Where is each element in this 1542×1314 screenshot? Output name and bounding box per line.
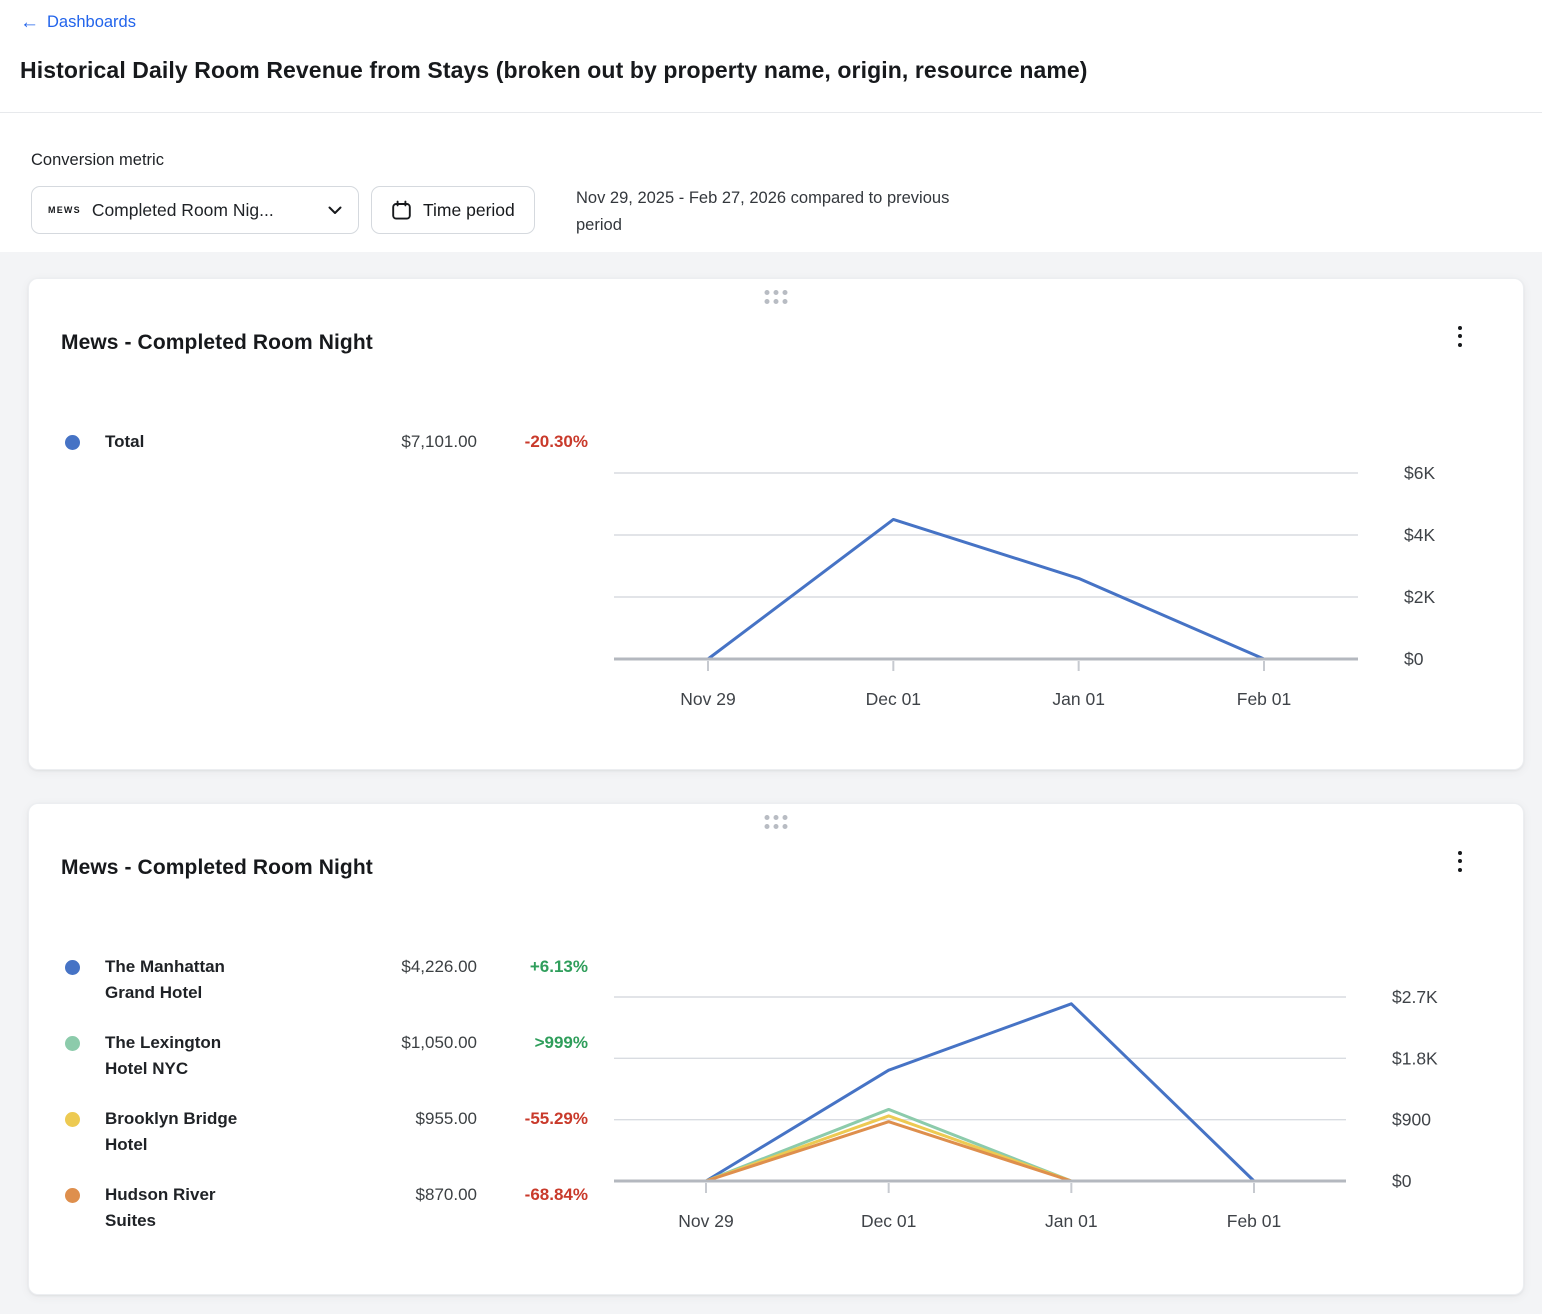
- series-color-dot: [65, 1036, 80, 1051]
- legend-item-total[interactable]: Total $7,101.00 -20.30%: [61, 429, 588, 455]
- chart-card-total: Mews - Completed Room Night Total $7,101…: [28, 278, 1524, 770]
- svg-text:$900: $900: [1392, 1110, 1431, 1130]
- chart-legend: Total $7,101.00 -20.30%: [61, 429, 588, 479]
- chart-card-by-property: Mews - Completed Room Night The Manhatta…: [28, 803, 1524, 1295]
- svg-text:Jan 01: Jan 01: [1052, 689, 1105, 709]
- conversion-metric-dropdown[interactable]: MEWS Completed Room Nig...: [31, 186, 359, 234]
- card-drag-handle[interactable]: [761, 286, 792, 308]
- svg-text:$2K: $2K: [1404, 587, 1435, 607]
- svg-text:$0: $0: [1392, 1171, 1412, 1191]
- calendar-icon: [391, 200, 412, 221]
- series-change: >999%: [477, 1030, 588, 1056]
- legend-item-hudson-river[interactable]: Hudson River Suites $870.00 -68.84%: [61, 1182, 588, 1234]
- kebab-icon: [1458, 326, 1462, 330]
- series-label: Hudson River Suites: [105, 1182, 255, 1234]
- header-divider: [0, 112, 1542, 113]
- legend-item-lexington[interactable]: The Lexington Hotel NYC $1,050.00 >999%: [61, 1030, 588, 1082]
- conversion-metric-label: Conversion metric: [31, 151, 164, 170]
- svg-text:Nov 29: Nov 29: [680, 689, 735, 709]
- series-color-dot: [65, 960, 80, 975]
- series-color-dot: [65, 1188, 80, 1203]
- back-to-dashboards-link[interactable]: ← Dashboards: [20, 13, 136, 32]
- chart-legend: The Manhattan Grand Hotel $4,226.00 +6.1…: [61, 954, 588, 1258]
- svg-text:$1.8K: $1.8K: [1392, 1048, 1438, 1068]
- series-change: -68.84%: [477, 1182, 588, 1208]
- series-value: $955.00: [255, 1106, 477, 1132]
- svg-text:$4K: $4K: [1404, 525, 1435, 545]
- mews-logo: MEWS: [48, 205, 81, 215]
- svg-text:Feb 01: Feb 01: [1227, 1211, 1281, 1231]
- svg-text:$6K: $6K: [1404, 463, 1435, 483]
- page-title: Historical Daily Room Revenue from Stays…: [20, 57, 1088, 84]
- series-change: -20.30%: [477, 429, 588, 455]
- svg-text:Dec 01: Dec 01: [861, 1211, 916, 1231]
- series-label: The Manhattan Grand Hotel: [105, 954, 255, 1006]
- legend-item-brooklyn-bridge[interactable]: Brooklyn Bridge Hotel $955.00 -55.29%: [61, 1106, 588, 1158]
- chevron-down-icon: [328, 206, 342, 215]
- card-title: Mews - Completed Room Night: [61, 856, 373, 880]
- card-title: Mews - Completed Room Night: [61, 331, 373, 355]
- svg-text:Dec 01: Dec 01: [866, 689, 921, 709]
- svg-text:$2.7K: $2.7K: [1392, 987, 1438, 1007]
- series-value: $1,050.00: [255, 1030, 477, 1056]
- legend-item-manhattan-grand[interactable]: The Manhattan Grand Hotel $4,226.00 +6.1…: [61, 954, 588, 1006]
- series-change: +6.13%: [477, 954, 588, 980]
- svg-text:Jan 01: Jan 01: [1045, 1211, 1098, 1231]
- series-value: $870.00: [255, 1182, 477, 1208]
- series-label: Total: [105, 429, 255, 455]
- series-label: Brooklyn Bridge Hotel: [105, 1106, 255, 1158]
- series-color-dot: [65, 435, 80, 450]
- back-arrow-icon: ←: [20, 13, 39, 32]
- svg-text:$0: $0: [1404, 649, 1424, 669]
- series-change: -55.29%: [477, 1106, 588, 1132]
- kebab-icon: [1458, 851, 1462, 855]
- svg-text:Nov 29: Nov 29: [678, 1211, 733, 1231]
- time-period-label: Time period: [423, 200, 515, 221]
- conversion-metric-value: Completed Room Nig...: [92, 200, 317, 221]
- back-link-label: Dashboards: [47, 13, 136, 32]
- time-period-button[interactable]: Time period: [371, 186, 535, 234]
- svg-text:Feb 01: Feb 01: [1237, 689, 1291, 709]
- card-menu-button[interactable]: [1447, 846, 1473, 876]
- date-range-text: Nov 29, 2025 - Feb 27, 2026 compared to …: [576, 185, 961, 239]
- series-value: $4,226.00: [255, 954, 477, 980]
- series-value: $7,101.00: [255, 429, 477, 455]
- dashboard-page: ← Dashboards Historical Daily Room Reven…: [0, 0, 1542, 1314]
- card-menu-button[interactable]: [1447, 321, 1473, 351]
- series-color-dot: [65, 1112, 80, 1127]
- card-drag-handle[interactable]: [761, 811, 792, 833]
- series-label: The Lexington Hotel NYC: [105, 1030, 255, 1082]
